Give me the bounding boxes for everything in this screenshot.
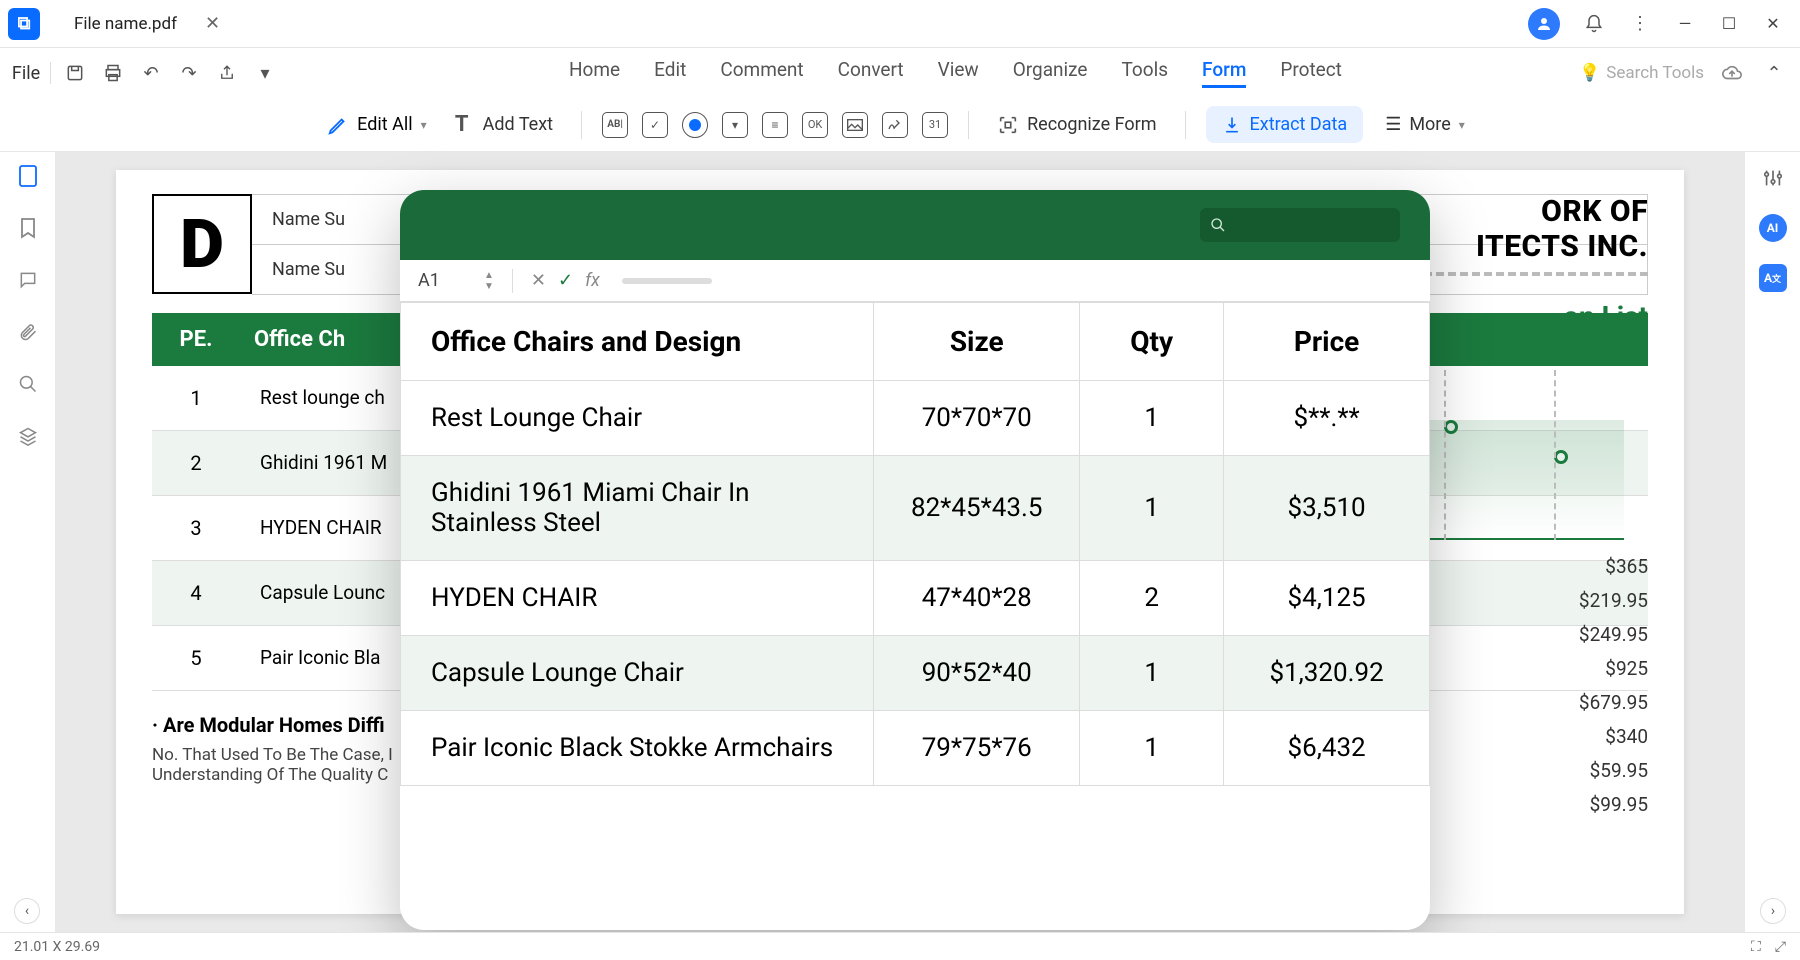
- close-window-icon[interactable]: ✕: [1762, 13, 1784, 35]
- search-icon: [1210, 217, 1226, 233]
- comment-panel-icon[interactable]: [16, 268, 40, 292]
- extract-data-button[interactable]: Extract Data: [1206, 106, 1364, 143]
- next-page-arrow[interactable]: ›: [1760, 898, 1786, 924]
- undo-icon[interactable]: ↶: [137, 59, 165, 87]
- ov-head-name: Office Chairs and Design: [401, 303, 874, 381]
- tab-edit[interactable]: Edit: [654, 58, 686, 88]
- minimize-icon[interactable]: —: [1674, 13, 1696, 35]
- form-toolbar: Edit All ▾ T Add Text AB| ✓ ▾ ≡ OK 31 Re…: [0, 98, 1800, 152]
- main-toolbar: File ↶ ↷ ▾ Home Edit Comment Convert Vie…: [0, 48, 1800, 98]
- listbox-icon[interactable]: ≡: [762, 112, 788, 138]
- tab-protect[interactable]: Protect: [1280, 58, 1342, 88]
- kebab-menu-icon[interactable]: ⋮: [1628, 12, 1652, 36]
- pencil-icon: [327, 114, 349, 136]
- user-avatar[interactable]: [1528, 8, 1560, 40]
- lightbulb-icon: 💡: [1579, 63, 1600, 83]
- price-list: $365$219.95$249.95$925$679.95$340$59.95$…: [1579, 550, 1648, 822]
- cell-stepper[interactable]: ▲▼: [484, 270, 494, 292]
- extracted-data-overlay: A1 ▲▼ ✕ ✓ fx Office Chairs and Design Si…: [400, 190, 1430, 930]
- tab-tools[interactable]: Tools: [1122, 58, 1169, 88]
- notification-icon[interactable]: [1582, 12, 1606, 36]
- add-text-button[interactable]: T Add Text: [441, 106, 561, 144]
- col-pe: PE.: [152, 313, 240, 366]
- recognize-form-button[interactable]: Recognize Form: [989, 108, 1164, 142]
- formula-input[interactable]: [622, 278, 712, 284]
- ov-head-price: Price: [1224, 303, 1430, 381]
- date-field-icon[interactable]: 31: [922, 112, 948, 138]
- cell-reference[interactable]: A1: [418, 270, 472, 291]
- table-row[interactable]: Rest Lounge Chair70*70*701$**.**: [401, 381, 1430, 456]
- textfield-icon[interactable]: AB|: [602, 112, 628, 138]
- overlay-search[interactable]: [1200, 208, 1400, 242]
- app-icon[interactable]: ⧉: [8, 8, 40, 40]
- close-tab-icon[interactable]: ✕: [205, 13, 220, 34]
- hamburger-icon: ☰: [1385, 114, 1401, 135]
- more-button[interactable]: ☰ More ▾: [1377, 108, 1473, 141]
- accept-formula-icon[interactable]: ✓: [558, 270, 573, 291]
- cloud-upload-icon[interactable]: [1718, 59, 1746, 87]
- thumbnails-icon[interactable]: [16, 164, 40, 188]
- layers-icon[interactable]: [16, 424, 40, 448]
- left-sidebar: [0, 152, 56, 932]
- titlebar: ⧉ File name.pdf ✕ ⋮ — ☐ ✕: [0, 0, 1800, 48]
- table-row[interactable]: HYDEN CHAIR47*40*282$4,125: [401, 561, 1430, 636]
- dropdown-icon[interactable]: ▾: [251, 59, 279, 87]
- ai-badge-icon[interactable]: AI: [1759, 214, 1787, 242]
- button-field-icon[interactable]: OK: [802, 112, 828, 138]
- tab-home[interactable]: Home: [569, 58, 620, 88]
- status-bar: 21.01 X 29.69 ⛶ ⤢: [0, 932, 1800, 960]
- doc-subtitle: on List: [1563, 300, 1648, 333]
- tab-convert[interactable]: Convert: [838, 58, 904, 88]
- search-tools[interactable]: 💡 Search Tools: [1579, 63, 1704, 83]
- table-row[interactable]: Capsule Lounge Chair90*52*401$1,320.92: [401, 636, 1430, 711]
- checkbox-icon[interactable]: ✓: [642, 112, 668, 138]
- tab-form[interactable]: Form: [1202, 58, 1246, 88]
- overlay-table[interactable]: Office Chairs and Design Size Qty Price …: [400, 302, 1430, 786]
- text-icon: T: [449, 112, 475, 138]
- edit-all-button[interactable]: Edit All ▾: [327, 114, 426, 136]
- formula-bar: A1 ▲▼ ✕ ✓ fx: [400, 260, 1430, 302]
- overlay-header: [400, 190, 1430, 260]
- page-dimensions: 21.01 X 29.69: [14, 939, 100, 955]
- recognize-icon: [997, 114, 1019, 136]
- redo-icon[interactable]: ↷: [175, 59, 203, 87]
- tab-comment[interactable]: Comment: [720, 58, 803, 88]
- fullscreen-icon[interactable]: ⤢: [1775, 939, 1786, 955]
- doc-logo: D: [152, 194, 252, 294]
- translate-icon[interactable]: A文: [1759, 264, 1787, 292]
- fit-width-icon[interactable]: ⛶: [1751, 939, 1761, 955]
- cancel-formula-icon[interactable]: ✕: [531, 270, 546, 291]
- signature-icon[interactable]: [882, 112, 908, 138]
- dropdown-field-icon[interactable]: ▾: [722, 112, 748, 138]
- bookmark-icon[interactable]: [16, 216, 40, 240]
- search-panel-icon[interactable]: [16, 372, 40, 396]
- print-icon[interactable]: [99, 59, 127, 87]
- extract-icon: [1222, 115, 1242, 135]
- attachment-icon[interactable]: [16, 320, 40, 344]
- tab-view[interactable]: View: [938, 58, 979, 88]
- menu-tabs: Home Edit Comment Convert View Organize …: [569, 58, 1342, 88]
- person-icon: [1535, 15, 1553, 33]
- maximize-icon[interactable]: ☐: [1718, 13, 1740, 35]
- table-row[interactable]: Ghidini 1961 Miami Chair In Stainless St…: [401, 456, 1430, 561]
- collapse-ribbon-icon[interactable]: ⌃: [1760, 59, 1788, 87]
- mini-chart: [1404, 370, 1624, 540]
- prev-page-arrow[interactable]: ‹: [14, 898, 40, 924]
- ov-head-qty: Qty: [1080, 303, 1224, 381]
- file-menu[interactable]: File: [12, 59, 40, 87]
- fx-icon[interactable]: fx: [585, 270, 600, 291]
- settings-slider-icon[interactable]: [1759, 164, 1787, 192]
- share-icon[interactable]: [213, 59, 241, 87]
- tab-title: File name.pdf: [74, 14, 177, 34]
- image-field-icon[interactable]: [842, 112, 868, 138]
- radio-icon[interactable]: [682, 112, 708, 138]
- right-sidebar: AI A文: [1744, 152, 1800, 932]
- tab-organize[interactable]: Organize: [1013, 58, 1088, 88]
- table-row[interactable]: Pair Iconic Black Stokke Armchairs79*75*…: [401, 711, 1430, 786]
- document-tab[interactable]: File name.pdf ✕: [56, 6, 238, 42]
- save-icon[interactable]: [61, 59, 89, 87]
- ov-head-size: Size: [874, 303, 1080, 381]
